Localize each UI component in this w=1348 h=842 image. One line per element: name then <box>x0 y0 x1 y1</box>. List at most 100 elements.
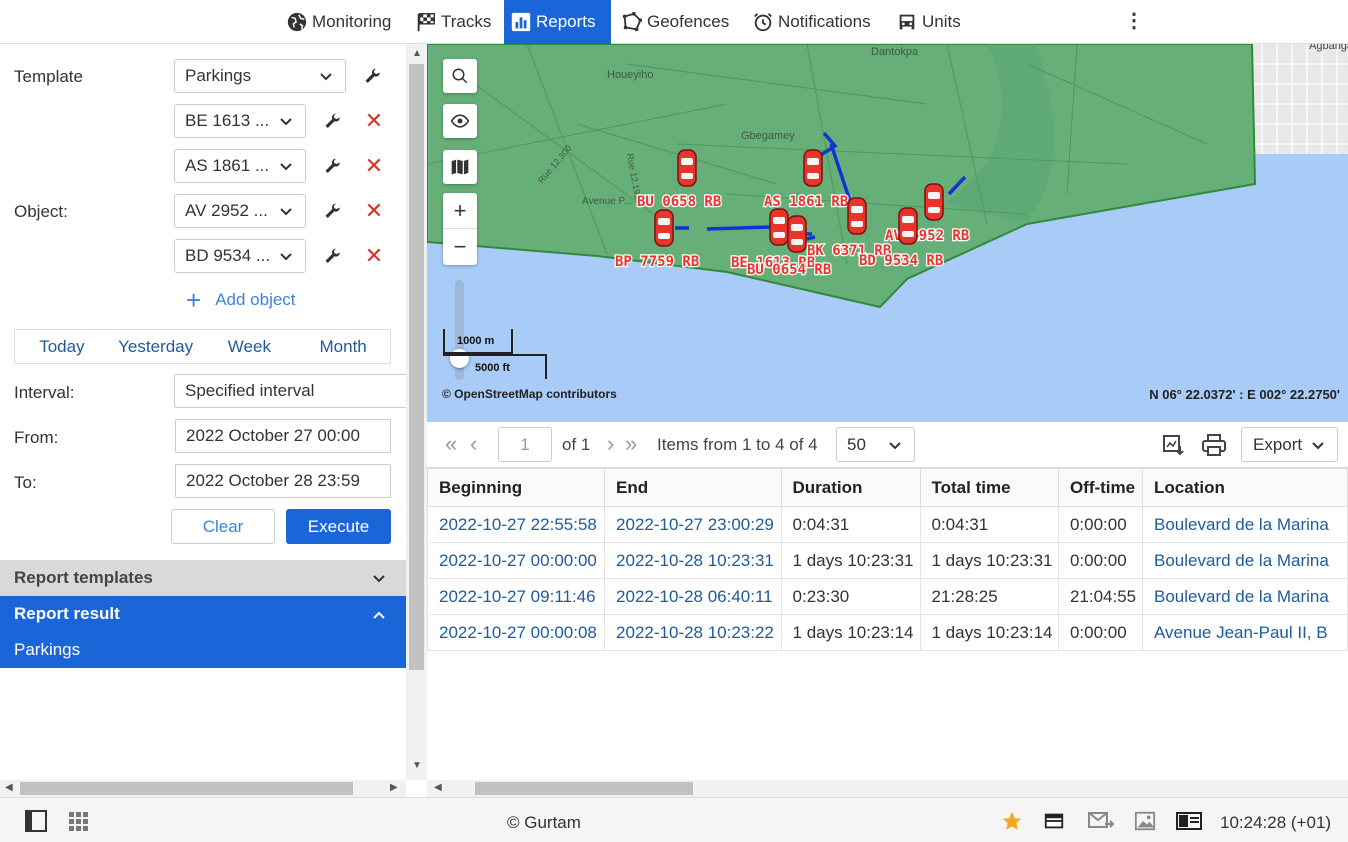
cell-location[interactable]: Boulevard de la Marina <box>1142 578 1348 615</box>
remove-object-icon[interactable]: ✕ <box>364 155 384 177</box>
image-icon[interactable] <box>1134 810 1156 832</box>
remove-object-icon[interactable]: ✕ <box>364 200 384 222</box>
next-page-icon[interactable]: › <box>607 431 614 457</box>
column-header-duration[interactable]: Duration <box>780 468 921 507</box>
report-result-item-parkings[interactable]: Parkings <box>0 632 406 668</box>
left-horizontal-scrollbar[interactable]: ◀ ▶ <box>0 780 406 797</box>
unit-marker[interactable] <box>847 197 867 235</box>
cell-beginning[interactable]: 2022-10-27 00:00:00 <box>427 542 606 579</box>
panel-toggle-icon[interactable] <box>25 810 47 832</box>
map-visibility-button[interactable] <box>443 104 477 138</box>
wrench-icon[interactable] <box>324 248 342 266</box>
cell-end[interactable]: 2022-10-27 23:00:29 <box>604 506 782 543</box>
nav-geofences[interactable]: Geofences <box>615 0 735 44</box>
unit-marker[interactable] <box>803 149 823 187</box>
zoom-in-button[interactable]: + <box>443 193 477 229</box>
wrench-icon[interactable] <box>324 203 342 221</box>
unit-label[interactable]: BU 0654 RB <box>746 261 833 280</box>
unit-marker[interactable] <box>898 207 918 245</box>
nav-monitoring[interactable]: Monitoring <box>280 0 397 44</box>
page-number-input[interactable]: 1 <box>498 427 552 462</box>
cell-beginning[interactable]: 2022-10-27 22:55:58 <box>427 506 606 543</box>
map-layers-button[interactable] <box>443 150 477 184</box>
last-page-icon[interactable]: » <box>625 431 637 457</box>
object-select-2[interactable]: AS 1861 ... <box>174 149 306 183</box>
table-row: 2022-10-27 00:00:00 2022-10-28 10:23:31 … <box>427 542 1348 579</box>
scroll-left-arrow-icon[interactable]: ◀ <box>5 782 13 793</box>
cell-location[interactable]: Boulevard de la Marina <box>1142 542 1348 579</box>
template-select[interactable]: Parkings <box>174 59 346 93</box>
from-date-input[interactable]: 2022 October 27 00:00 <box>175 419 391 453</box>
more-menu-icon[interactable]: ⋮ <box>1124 8 1144 36</box>
report-result-header[interactable]: Report result <box>0 596 406 632</box>
unit-marker[interactable] <box>787 215 807 253</box>
cell-location[interactable]: Avenue Jean-Paul II, B <box>1142 614 1348 651</box>
nav-notifications[interactable]: Notifications <box>746 0 877 44</box>
nav-units[interactable]: Units <box>890 0 967 44</box>
add-object-button[interactable]: + Add object <box>186 287 296 313</box>
period-month[interactable]: Month <box>296 330 390 363</box>
scroll-left-arrow-icon[interactable]: ◀ <box>434 782 442 793</box>
column-header-end[interactable]: End <box>604 468 782 507</box>
split-view-icon[interactable] <box>1176 810 1202 832</box>
unit-label[interactable]: BU 0658 RB <box>636 193 723 212</box>
star-icon[interactable] <box>1001 810 1023 832</box>
cell-end[interactable]: 2022-10-28 10:23:22 <box>604 614 782 651</box>
column-header-beginning[interactable]: Beginning <box>427 468 606 507</box>
column-header-total-time[interactable]: Total time <box>919 468 1059 507</box>
scrollbar-thumb[interactable] <box>409 64 424 670</box>
column-header-location[interactable]: Location <box>1142 468 1348 507</box>
unit-label[interactable]: BD 9534 RB <box>858 252 945 271</box>
unit-marker[interactable] <box>924 183 944 221</box>
scroll-up-arrow-icon[interactable]: ▲ <box>412 48 422 59</box>
wrench-icon[interactable] <box>324 113 342 131</box>
cell-end[interactable]: 2022-10-28 06:40:11 <box>604 578 782 615</box>
unit-label[interactable]: AS 1861 RB <box>763 193 850 212</box>
period-yesterday[interactable]: Yesterday <box>109 330 203 363</box>
period-today[interactable]: Today <box>15 330 109 363</box>
first-page-icon[interactable]: « <box>445 431 457 457</box>
remove-object-icon[interactable]: ✕ <box>364 110 384 132</box>
clear-button[interactable]: Clear <box>171 509 275 544</box>
messages-icon[interactable] <box>1087 810 1115 832</box>
object-select-3[interactable]: AV 2952 ... <box>174 194 306 228</box>
zoom-out-button[interactable]: − <box>443 229 477 265</box>
cell-location[interactable]: Boulevard de la Marina <box>1142 506 1348 543</box>
cell-end[interactable]: 2022-10-28 10:23:31 <box>604 542 782 579</box>
nav-reports[interactable]: Reports <box>504 0 611 44</box>
scrollbar-thumb[interactable] <box>20 782 353 795</box>
map-search-button[interactable] <box>443 59 477 93</box>
scroll-right-arrow-icon[interactable]: ▶ <box>390 782 398 793</box>
prev-page-icon[interactable]: ‹ <box>470 431 477 457</box>
wrench-icon[interactable] <box>324 158 342 176</box>
report-templates-header[interactable]: Report templates <box>0 560 406 596</box>
unit-marker[interactable] <box>769 208 789 246</box>
interval-select[interactable]: Specified interval <box>174 374 406 408</box>
apps-grid-icon[interactable] <box>67 810 89 832</box>
column-header-off-time[interactable]: Off-time <box>1057 468 1144 507</box>
wrench-icon[interactable] <box>364 68 382 86</box>
chart-export-icon[interactable] <box>1161 433 1185 457</box>
object-select-4[interactable]: BD 9534 ... <box>174 239 306 273</box>
cell-beginning[interactable]: 2022-10-27 09:11:46 <box>427 578 606 615</box>
scroll-down-arrow-icon[interactable]: ▼ <box>412 760 422 771</box>
unit-label[interactable]: BP 7759 RB <box>614 253 701 272</box>
cell-beginning[interactable]: 2022-10-27 00:00:08 <box>427 614 606 651</box>
object-select-1[interactable]: BE 1613 ... <box>174 104 306 138</box>
unit-marker[interactable] <box>654 209 674 247</box>
nav-tracks[interactable]: Tracks <box>409 0 497 44</box>
remove-object-icon[interactable]: ✕ <box>364 245 384 267</box>
notifications-window-icon[interactable] <box>1043 810 1065 832</box>
map[interactable]: Houeyiho Gbegamey Dantokpa Agbanga Rue 1… <box>427 44 1348 422</box>
unit-marker[interactable] <box>677 149 697 187</box>
to-date-input[interactable]: 2022 October 28 23:59 <box>175 464 391 498</box>
left-vertical-scrollbar[interactable]: ▲ ▼ <box>406 44 427 780</box>
unit-label[interactable]: AV 2952 RB <box>884 227 971 246</box>
table-horizontal-scrollbar[interactable]: ◀ <box>427 780 1348 797</box>
print-icon[interactable] <box>1201 433 1227 457</box>
export-select[interactable]: Export <box>1241 427 1338 462</box>
per-page-select[interactable]: 50 <box>836 427 915 462</box>
execute-button[interactable]: Execute <box>286 509 391 544</box>
scrollbar-thumb[interactable] <box>475 782 693 795</box>
period-week[interactable]: Week <box>203 330 297 363</box>
